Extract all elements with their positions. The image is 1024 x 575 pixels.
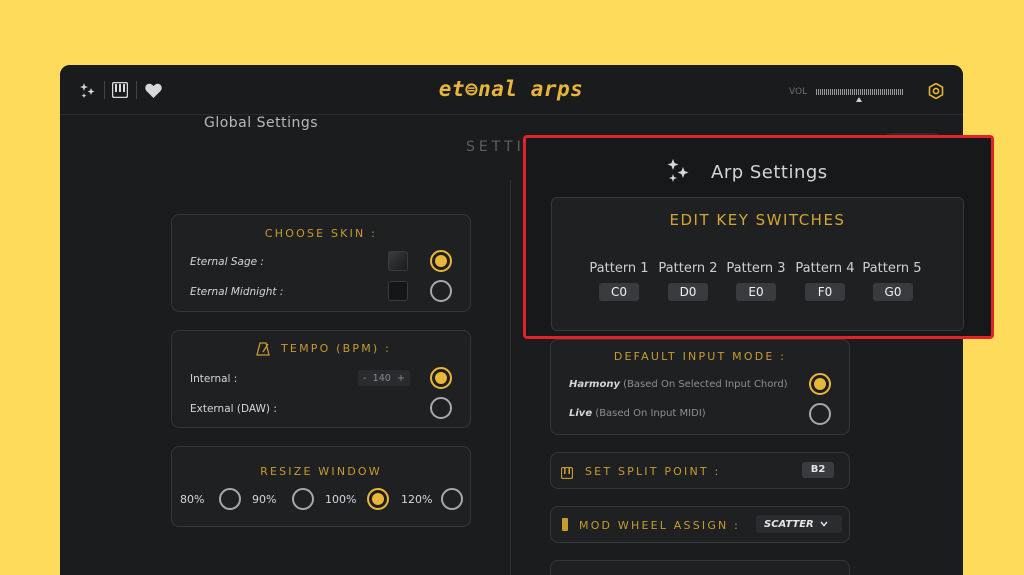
pattern-key-switch[interactable]: G0 [873, 283, 913, 301]
next-setting-card [550, 560, 850, 575]
split-point-label: SET SPLIT POINT : [585, 465, 721, 478]
stepper-value: 140 [372, 372, 391, 384]
resize-option-label: 100% [325, 493, 357, 506]
skin-option-label: Eternal Sage : [190, 256, 264, 268]
chevron-down-icon [820, 519, 828, 530]
resize-radio-120[interactable] [441, 488, 463, 510]
pattern-label: Pattern 1 [589, 261, 649, 276]
resize-radio-80[interactable] [219, 488, 241, 510]
app-logo: et⊜nal arps [438, 77, 584, 101]
pattern-key-switch[interactable]: D0 [668, 283, 708, 301]
piano-icon [560, 464, 574, 480]
metronome-icon [256, 341, 270, 356]
input-mode-heading: DEFAULT INPUT MODE : [613, 350, 787, 363]
mod-wheel-label: MOD WHEEL ASSIGN : [579, 519, 741, 532]
mod-wheel-dropdown[interactable]: SCATTER [756, 515, 842, 533]
top-bar: et⊜nal arps VOL [60, 65, 963, 115]
skin-swatch-sage[interactable] [388, 251, 408, 271]
pattern-key-switch[interactable]: E0 [736, 283, 776, 301]
resize-window-heading: RESIZE WINDOW [260, 465, 382, 478]
tempo-radio-internal[interactable] [430, 367, 452, 389]
skin-radio-sage[interactable] [430, 250, 452, 272]
volume-thumb[interactable] [856, 97, 862, 102]
settings-title: SETTI [466, 139, 525, 155]
pattern-label: Pattern 2 [658, 261, 718, 276]
skin-swatch-midnight[interactable] [388, 281, 408, 301]
input-mode-live-label: Live (Based On Input MIDI) [569, 408, 706, 419]
piano-icon[interactable] [111, 81, 129, 99]
tempo-stepper[interactable]: - 140 + [358, 370, 410, 386]
pattern-label: Pattern 4 [795, 261, 855, 276]
sparkle-icon [667, 159, 689, 183]
global-settings-title: Global Settings [203, 115, 319, 131]
stepper-plus[interactable]: + [397, 373, 405, 384]
volume-label: VOL [789, 87, 808, 97]
split-point-value[interactable]: B2 [802, 462, 834, 478]
volume-slider[interactable] [816, 89, 904, 95]
tempo-external-label: External (DAW) : [190, 403, 277, 415]
pattern-key-switch[interactable]: F0 [805, 283, 845, 301]
input-mode-harmony-label: Harmony (Based On Selected Input Chord) [569, 379, 788, 390]
tempo-heading: TEMPO (BPM) : [281, 342, 392, 355]
resize-option-label: 90% [252, 493, 277, 506]
resize-option-label: 80% [180, 493, 205, 506]
resize-window-card: RESIZE WINDOW [171, 446, 471, 527]
pattern-label: Pattern 5 [862, 261, 922, 276]
stepper-minus[interactable]: - [363, 373, 366, 384]
mod-wheel-icon [562, 518, 568, 531]
toolbar-separator [104, 81, 105, 99]
gear-icon[interactable] [928, 82, 944, 100]
resize-option-label: 120% [401, 493, 433, 506]
mod-wheel-value: SCATTER [764, 518, 814, 530]
tempo-radio-external[interactable] [430, 397, 452, 419]
sparkle-icon[interactable] [79, 81, 97, 99]
pattern-label: Pattern 3 [726, 261, 786, 276]
input-mode-radio-harmony[interactable] [809, 373, 831, 395]
toolbar-separator [136, 81, 137, 99]
input-mode-radio-live[interactable] [809, 403, 831, 425]
pattern-key-switch[interactable]: C0 [599, 283, 639, 301]
arp-settings-title: Arp Settings [711, 162, 828, 183]
choose-skin-heading: CHOOSE SKIN : [264, 227, 378, 240]
skin-option-label: Eternal Midnight : [190, 286, 284, 298]
key-switches-heading: EDIT KEY SWITCHES [669, 211, 846, 229]
resize-radio-100[interactable] [367, 488, 389, 510]
resize-radio-90[interactable] [292, 488, 314, 510]
tempo-internal-label: Internal : [190, 373, 238, 385]
column-divider [510, 180, 511, 575]
skin-radio-midnight[interactable] [430, 280, 452, 302]
heart-icon[interactable] [144, 81, 162, 99]
